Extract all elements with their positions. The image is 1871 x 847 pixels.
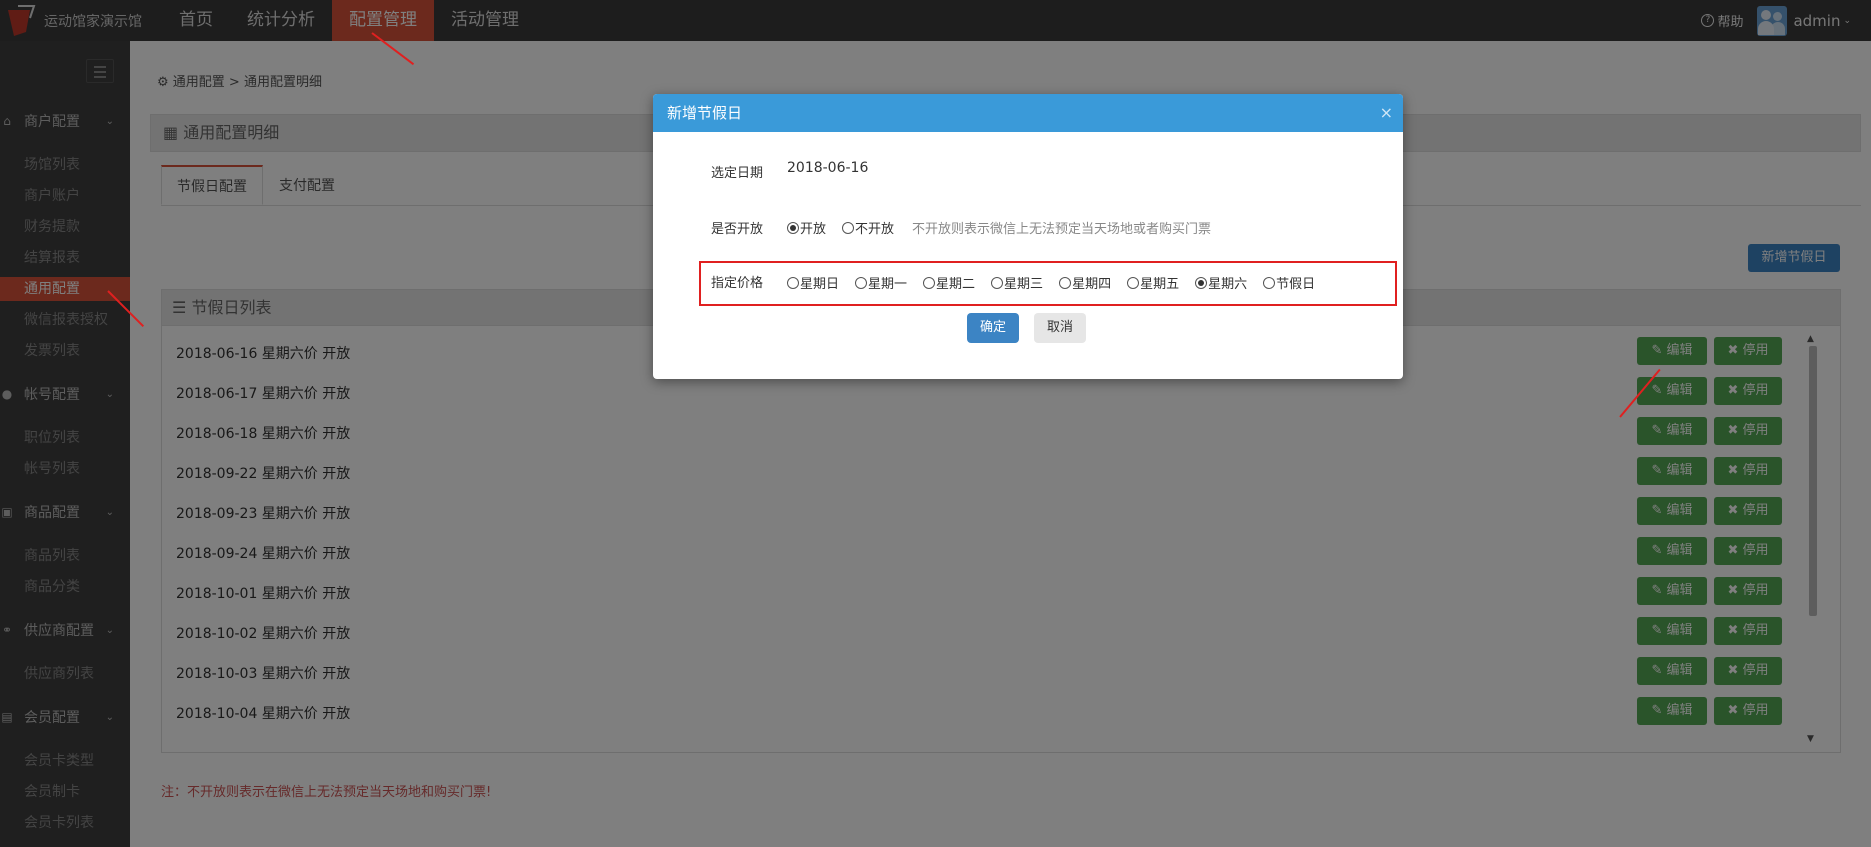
open-hint: 不开放则表示微信上无法预定当天场地或者购买门票 [912,222,1212,237]
radio-button[interactable] [1127,276,1140,289]
radio-sunday[interactable]: 星期日 [787,273,839,292]
dialog-title: 新增节假日 [667,104,743,122]
radio-thursday[interactable]: 星期四 [1059,273,1111,292]
radio-open[interactable]: 开放 [787,218,826,237]
radio-friday[interactable]: 星期五 [1127,273,1179,292]
radio-tuesday[interactable]: 星期二 [923,273,975,292]
radio-button[interactable] [991,276,1004,289]
price-row: 指定价格 星期日 星期一 星期二 星期三 星期四 星期五 星期六 节假日 [653,266,1403,296]
radio-button[interactable] [923,276,936,289]
radio-button[interactable] [1059,276,1072,289]
open-radio-group: 开放 不开放 不开放则表示微信上无法预定当天场地或者购买门票 [787,218,1211,237]
radio-wednesday[interactable]: 星期三 [991,273,1043,292]
radio-closed[interactable]: 不开放 [842,218,894,237]
radio-saturday[interactable]: 星期六 [1195,273,1247,292]
radio-button[interactable] [1195,276,1208,289]
radio-button[interactable] [855,276,868,289]
radio-button[interactable] [842,221,855,234]
radio-button[interactable] [1263,276,1276,289]
date-value: 2018-06-16 [787,160,869,176]
radio-monday[interactable]: 星期一 [855,273,907,292]
open-label: 是否开放 [711,222,764,237]
confirm-button[interactable]: 确定 [967,313,1019,343]
close-icon[interactable]: × [1380,94,1393,132]
radio-holiday[interactable]: 节假日 [1263,273,1315,292]
radio-button[interactable] [787,221,799,234]
price-label: 指定价格 [711,276,764,291]
price-radio-group: 星期日 星期一 星期二 星期三 星期四 星期五 星期六 节假日 [787,273,1331,292]
open-row: 是否开放 开放 不开放 不开放则表示微信上无法预定当天场地或者购买门票 [653,212,1403,242]
radio-button[interactable] [787,276,799,289]
date-label: 选定日期 [711,166,764,181]
date-row: 选定日期 2018-06-16 [653,156,1403,186]
add-holiday-dialog: 新增节假日 × 选定日期 2018-06-16 是否开放 开放 不开放 不开放则… [653,94,1403,379]
dialog-header: 新增节假日 × [653,94,1403,132]
cancel-button[interactable]: 取消 [1034,313,1086,343]
